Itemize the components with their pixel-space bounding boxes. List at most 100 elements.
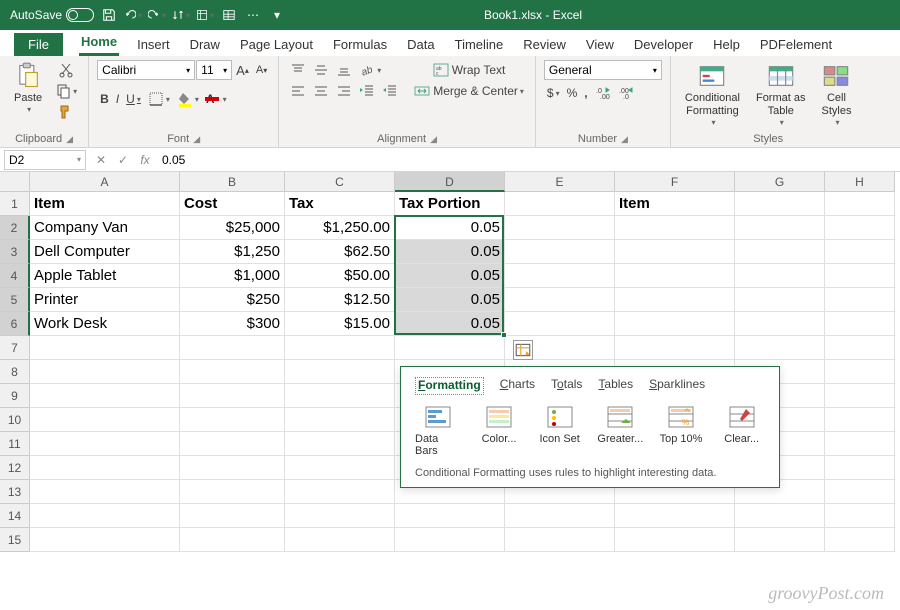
tab-developer[interactable]: Developer xyxy=(632,33,695,56)
cell-C2[interactable]: $1,250.00 xyxy=(285,216,395,240)
tab-review[interactable]: Review xyxy=(521,33,568,56)
cell-A10[interactable] xyxy=(30,408,180,432)
cell-B1[interactable]: Cost xyxy=(180,192,285,216)
cell-H15[interactable] xyxy=(825,528,895,552)
cell-G7[interactable] xyxy=(735,336,825,360)
cell-B6[interactable]: $300 xyxy=(180,312,285,336)
cell-B9[interactable] xyxy=(180,384,285,408)
col-header-F[interactable]: F xyxy=(615,172,735,192)
cell-H14[interactable] xyxy=(825,504,895,528)
tab-pdfelement[interactable]: PDFelement xyxy=(758,33,834,56)
qa-tab-tables[interactable]: Tables xyxy=(598,377,633,395)
cell-A9[interactable] xyxy=(30,384,180,408)
bold-button[interactable]: B xyxy=(97,90,112,108)
cell-C6[interactable]: $15.00 xyxy=(285,312,395,336)
cell-C4[interactable]: $50.00 xyxy=(285,264,395,288)
qa-tab-charts[interactable]: Charts xyxy=(500,377,535,395)
tab-draw[interactable]: Draw xyxy=(188,33,222,56)
align-bottom-icon[interactable] xyxy=(333,60,355,80)
row-header-12[interactable]: 12 xyxy=(0,456,30,480)
increase-decimal-icon[interactable]: .0.00 xyxy=(592,83,614,103)
decrease-font-icon[interactable]: A▾ xyxy=(253,62,270,78)
cell-H6[interactable] xyxy=(825,312,895,336)
copy-icon[interactable] xyxy=(52,81,80,101)
cell-B15[interactable] xyxy=(180,528,285,552)
qa-item-clear---[interactable]: Clear... xyxy=(718,405,765,457)
qa-item-icon-set[interactable]: Icon Set xyxy=(536,405,583,457)
cell-F6[interactable] xyxy=(615,312,735,336)
cell-B7[interactable] xyxy=(180,336,285,360)
qa-item-data-bars[interactable]: Data Bars xyxy=(415,405,462,457)
format-as-table-button[interactable]: Format as Table xyxy=(750,60,812,131)
cell-F15[interactable] xyxy=(615,528,735,552)
align-left-icon[interactable] xyxy=(287,81,309,101)
col-header-A[interactable]: A xyxy=(30,172,180,192)
cell-F2[interactable] xyxy=(615,216,735,240)
accounting-format-button[interactable]: $ xyxy=(544,84,563,102)
cell-A6[interactable]: Work Desk xyxy=(30,312,180,336)
cancel-formula-icon[interactable]: ✕ xyxy=(90,153,112,167)
cell-A3[interactable]: Dell Computer xyxy=(30,240,180,264)
cell-H13[interactable] xyxy=(825,480,895,504)
cell-A8[interactable] xyxy=(30,360,180,384)
number-format-combo[interactable]: General▾ xyxy=(544,60,662,80)
cell-C11[interactable] xyxy=(285,432,395,456)
cell-A2[interactable]: Company Van xyxy=(30,216,180,240)
cell-F1[interactable]: Item xyxy=(615,192,735,216)
cell-E3[interactable] xyxy=(505,240,615,264)
wrap-text-button[interactable]: abcWrap Text xyxy=(411,60,527,80)
row-header-8[interactable]: 8 xyxy=(0,360,30,384)
cell-G15[interactable] xyxy=(735,528,825,552)
name-box[interactable]: D2▾ xyxy=(4,150,86,170)
font-color-icon[interactable]: A xyxy=(203,83,230,115)
cell-F4[interactable] xyxy=(615,264,735,288)
comma-format-button[interactable]: , xyxy=(581,84,590,102)
increase-font-icon[interactable]: A▴ xyxy=(233,61,252,80)
cell-G5[interactable] xyxy=(735,288,825,312)
qa-tab-sparklines[interactable]: Sparklines xyxy=(649,377,705,395)
cell-H8[interactable] xyxy=(825,360,895,384)
qat-table-icon[interactable] xyxy=(220,6,238,24)
formula-input[interactable]: 0.05 xyxy=(156,153,900,167)
spreadsheet-grid[interactable]: ABCDEFGH1ItemCostTaxTax PortionItem2Comp… xyxy=(0,172,900,552)
row-header-6[interactable]: 6 xyxy=(0,312,30,336)
cell-B2[interactable]: $25,000 xyxy=(180,216,285,240)
cell-H11[interactable] xyxy=(825,432,895,456)
align-right-icon[interactable] xyxy=(333,81,355,101)
underline-button[interactable]: U xyxy=(123,90,144,108)
tab-page-layout[interactable]: Page Layout xyxy=(238,33,315,56)
cell-C10[interactable] xyxy=(285,408,395,432)
cell-D3[interactable]: 0.05 xyxy=(395,240,505,264)
col-header-B[interactable]: B xyxy=(180,172,285,192)
cell-B11[interactable] xyxy=(180,432,285,456)
cell-C15[interactable] xyxy=(285,528,395,552)
save-icon[interactable] xyxy=(100,6,118,24)
cell-E15[interactable] xyxy=(505,528,615,552)
border-icon[interactable] xyxy=(145,89,173,109)
cell-F14[interactable] xyxy=(615,504,735,528)
cell-B12[interactable] xyxy=(180,456,285,480)
alignment-dialog-icon[interactable]: ◢ xyxy=(430,134,437,145)
tab-timeline[interactable]: Timeline xyxy=(453,33,506,56)
cell-styles-button[interactable]: Cell Styles xyxy=(815,60,857,131)
cell-A13[interactable] xyxy=(30,480,180,504)
cell-H1[interactable] xyxy=(825,192,895,216)
cell-C7[interactable] xyxy=(285,336,395,360)
cell-G1[interactable] xyxy=(735,192,825,216)
cell-D15[interactable] xyxy=(395,528,505,552)
fill-color-icon[interactable] xyxy=(174,89,202,109)
cell-C14[interactable] xyxy=(285,504,395,528)
cell-B13[interactable] xyxy=(180,480,285,504)
quick-analysis-icon[interactable] xyxy=(513,340,533,360)
cell-C3[interactable]: $62.50 xyxy=(285,240,395,264)
cell-D14[interactable] xyxy=(395,504,505,528)
col-header-E[interactable]: E xyxy=(505,172,615,192)
cell-C5[interactable]: $12.50 xyxy=(285,288,395,312)
cell-B10[interactable] xyxy=(180,408,285,432)
cell-D6[interactable]: 0.05 xyxy=(395,312,505,336)
cell-D7[interactable] xyxy=(395,336,505,360)
cell-D1[interactable]: Tax Portion xyxy=(395,192,505,216)
fill-handle[interactable] xyxy=(501,332,507,338)
tab-data[interactable]: Data xyxy=(405,33,436,56)
qat-sort-icon[interactable] xyxy=(172,6,190,24)
